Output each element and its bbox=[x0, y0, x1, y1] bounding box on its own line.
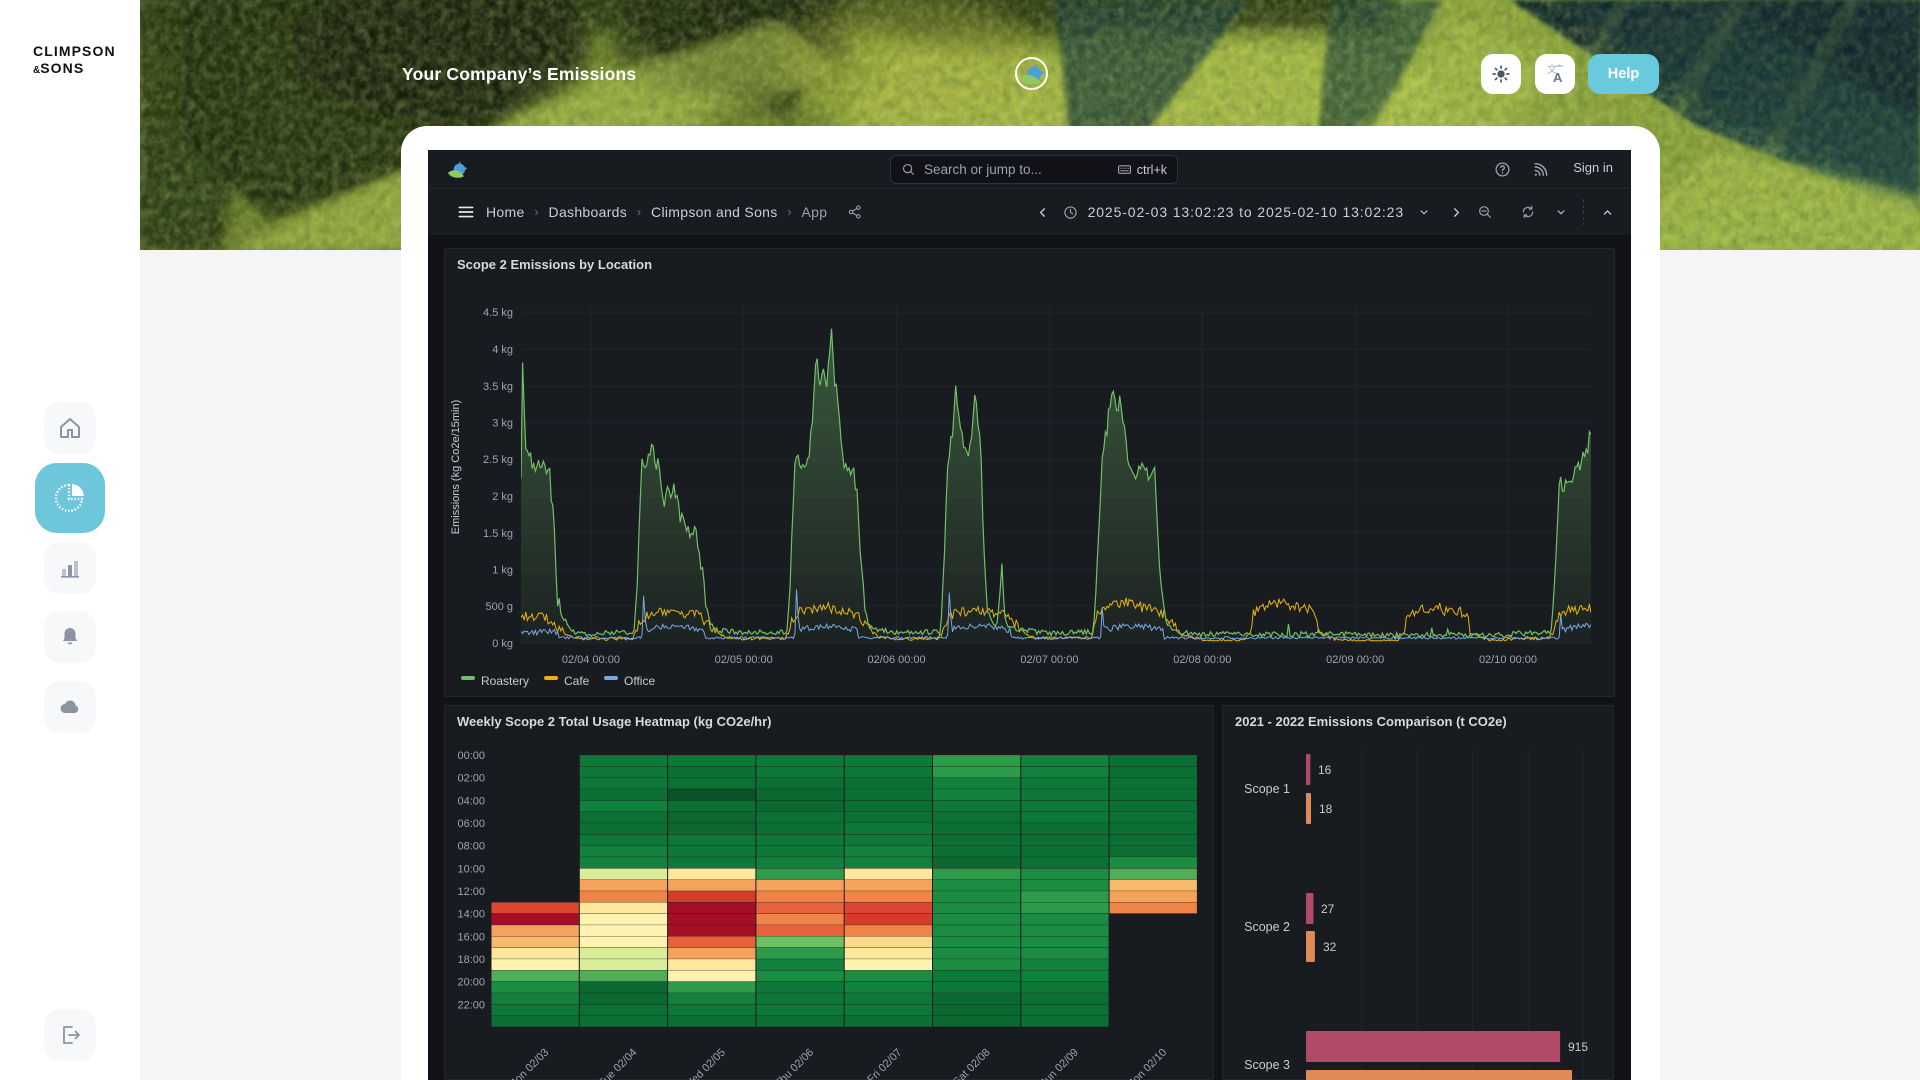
svg-text:18: 18 bbox=[1319, 802, 1333, 816]
svg-text:3.5 kg: 3.5 kg bbox=[483, 381, 513, 393]
svg-text:0 kg: 0 kg bbox=[492, 638, 513, 650]
svg-text:Wed 02/05: Wed 02/05 bbox=[682, 1047, 728, 1080]
svg-text:12:00: 12:00 bbox=[457, 886, 485, 898]
svg-text:20:00: 20:00 bbox=[457, 977, 485, 989]
svg-text:1 kg: 1 kg bbox=[492, 565, 513, 577]
svg-text:06:00: 06:00 bbox=[457, 818, 485, 830]
svg-text:Sun 02/09: Sun 02/09 bbox=[1037, 1047, 1081, 1080]
svg-text:Mon 02/03: Mon 02/03 bbox=[506, 1047, 551, 1080]
svg-text:02:00: 02:00 bbox=[457, 773, 485, 785]
svg-text:Mon 02/10: Mon 02/10 bbox=[1124, 1047, 1169, 1080]
svg-text:A: A bbox=[1553, 70, 1563, 85]
svg-text:1.5 kg: 1.5 kg bbox=[483, 528, 513, 540]
svg-text:02/10 00:00: 02/10 00:00 bbox=[1479, 654, 1537, 666]
svg-text:Tue 02/04: Tue 02/04 bbox=[596, 1047, 639, 1080]
svg-text:02/04 00:00: 02/04 00:00 bbox=[562, 654, 620, 666]
svg-text:02/06 00:00: 02/06 00:00 bbox=[868, 654, 926, 666]
svg-text:16: 16 bbox=[1318, 763, 1332, 777]
svg-text:08:00: 08:00 bbox=[457, 841, 485, 853]
svg-text:32: 32 bbox=[1323, 940, 1337, 954]
svg-text:915: 915 bbox=[1568, 1040, 1588, 1054]
svg-text:Scope 2: Scope 2 bbox=[1244, 920, 1290, 934]
svg-text:22:00: 22:00 bbox=[457, 999, 485, 1011]
svg-text:Sat 02/08: Sat 02/08 bbox=[951, 1047, 993, 1080]
svg-text:02/09 00:00: 02/09 00:00 bbox=[1326, 654, 1384, 666]
svg-text:02/05 00:00: 02/05 00:00 bbox=[715, 654, 773, 666]
svg-text:10:00: 10:00 bbox=[457, 863, 485, 875]
svg-text:Fri 02/07: Fri 02/07 bbox=[865, 1047, 904, 1080]
svg-text:18:00: 18:00 bbox=[457, 954, 485, 966]
svg-text:Scope 1: Scope 1 bbox=[1244, 782, 1290, 796]
svg-text:Scope 3: Scope 3 bbox=[1244, 1058, 1290, 1072]
svg-text:04:00: 04:00 bbox=[457, 795, 485, 807]
svg-text:2 kg: 2 kg bbox=[492, 491, 513, 503]
svg-text:3 kg: 3 kg bbox=[492, 418, 513, 430]
svg-text:Cafe: Cafe bbox=[564, 674, 590, 688]
svg-text:Office: Office bbox=[624, 674, 655, 688]
svg-text:00:00: 00:00 bbox=[457, 750, 485, 762]
svg-text:16:00: 16:00 bbox=[457, 931, 485, 943]
svg-text:Thu 02/06: Thu 02/06 bbox=[773, 1047, 817, 1080]
svg-text:02/08 00:00: 02/08 00:00 bbox=[1173, 654, 1231, 666]
svg-text:Roastery: Roastery bbox=[481, 674, 529, 688]
svg-text:27: 27 bbox=[1321, 902, 1335, 916]
svg-text:4.5 kg: 4.5 kg bbox=[483, 307, 513, 319]
svg-text:2.5 kg: 2.5 kg bbox=[483, 454, 513, 466]
svg-text:4 kg: 4 kg bbox=[492, 344, 513, 356]
svg-text:Emissions (kg Co2e/15min): Emissions (kg Co2e/15min) bbox=[450, 400, 462, 535]
svg-text:02/07 00:00: 02/07 00:00 bbox=[1020, 654, 1078, 666]
svg-text:500 g: 500 g bbox=[485, 601, 513, 613]
svg-text:14:00: 14:00 bbox=[457, 909, 485, 921]
